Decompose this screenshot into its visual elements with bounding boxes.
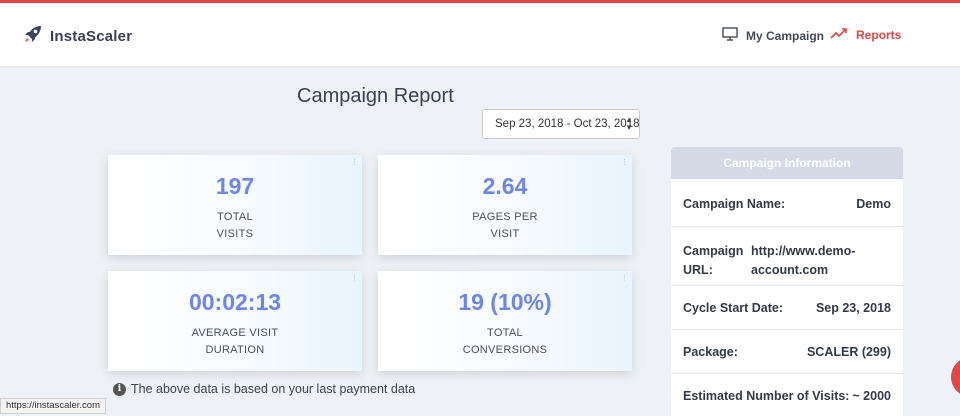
nav-my-campaign-label: My Campaign <box>746 28 825 43</box>
stat-label: PAGES PER VISIT <box>472 211 538 240</box>
brand-name: InstaScaler <box>50 28 133 45</box>
chat-widget-button[interactable] <box>951 357 960 397</box>
info-row-cycle-start-date: Cycle Start Date: Sep 23, 2018 <box>671 286 903 330</box>
info-value: SCALER (299) <box>806 345 891 359</box>
stat-label: AVERAGE VISIT DURATION <box>191 327 279 356</box>
card-menu-icon: ⋮ <box>621 159 628 166</box>
stat-value: 2.64 <box>482 173 528 199</box>
stat-value: 19 (10%) <box>458 289 552 315</box>
brand-logo[interactable]: InstaScaler <box>22 23 132 50</box>
info-key: Package: <box>683 345 738 359</box>
select-arrows-icon: ▲ ▼ <box>625 115 633 132</box>
stat-card-avg-visit-duration: ⋮ 00:02:13 AVERAGE VISIT DURATION <box>108 271 362 371</box>
rocket-icon <box>22 23 44 50</box>
info-key: Cycle Start Date: <box>683 301 784 315</box>
data-note-text: The above data is based on your last pay… <box>131 382 416 396</box>
date-range-value: Sep 23, 2018 - Oct 23, 2018 <box>495 118 640 130</box>
card-menu-icon: ⋮ <box>351 275 358 282</box>
info-row-campaign-name: Campaign Name: Demo <box>671 179 903 227</box>
info-key: Campaign URL: <box>683 244 744 277</box>
stat-value: 197 <box>215 173 255 199</box>
nav-my-campaign[interactable]: My Campaign <box>722 27 824 44</box>
campaign-info-panel: Campaign Information Campaign Name: Demo… <box>671 147 903 416</box>
info-value: Demo <box>856 197 891 211</box>
page-title: Campaign Report <box>297 85 454 107</box>
info-key: Campaign Name: <box>683 197 786 211</box>
info-value: Sep 23, 2018 <box>815 301 891 315</box>
info-icon: i <box>113 382 126 396</box>
stat-card-total-visits: ⋮ 197 TOTAL VISITS <box>108 155 362 255</box>
info-key: Estimated Number of Visits: <box>683 389 850 403</box>
info-row-package: Package: SCALER (299) <box>671 330 903 374</box>
monitor-icon <box>722 27 738 44</box>
trending-up-icon <box>830 27 848 42</box>
nav-reports-label: Reports <box>856 27 902 42</box>
stat-card-total-conversions: ⋮ 19 (10%) TOTAL CONVERSIONS <box>378 271 632 371</box>
nav-reports[interactable]: Reports <box>830 27 901 42</box>
data-note: i The above data is based on your last p… <box>113 382 415 396</box>
info-value: http://www.demo-account.com <box>751 244 856 277</box>
campaign-info-title: Campaign Information <box>671 147 903 179</box>
stat-card-pages-per-visit: ⋮ 2.64 PAGES PER VISIT <box>378 155 632 255</box>
stat-label: TOTAL CONVERSIONS <box>462 327 548 356</box>
card-menu-icon: ⋮ <box>621 275 628 282</box>
stat-value: 00:02:13 <box>188 289 282 315</box>
card-menu-icon: ⋮ <box>351 159 358 166</box>
info-row-campaign-url: Campaign URL: http://www.demo-account.co… <box>671 227 903 286</box>
navbar: InstaScaler My Campaign Reports <box>0 3 960 66</box>
stat-label: TOTAL VISITS <box>216 211 254 240</box>
info-value: ~ 2000 <box>852 389 891 403</box>
info-row-estimated-visits: Estimated Number of Visits: ~ 2000 <box>671 374 903 416</box>
status-bar-url: https://instascaler.com <box>0 398 106 414</box>
date-range-select[interactable]: Sep 23, 2018 - Oct 23, 2018 ▲ ▼ <box>482 109 640 139</box>
